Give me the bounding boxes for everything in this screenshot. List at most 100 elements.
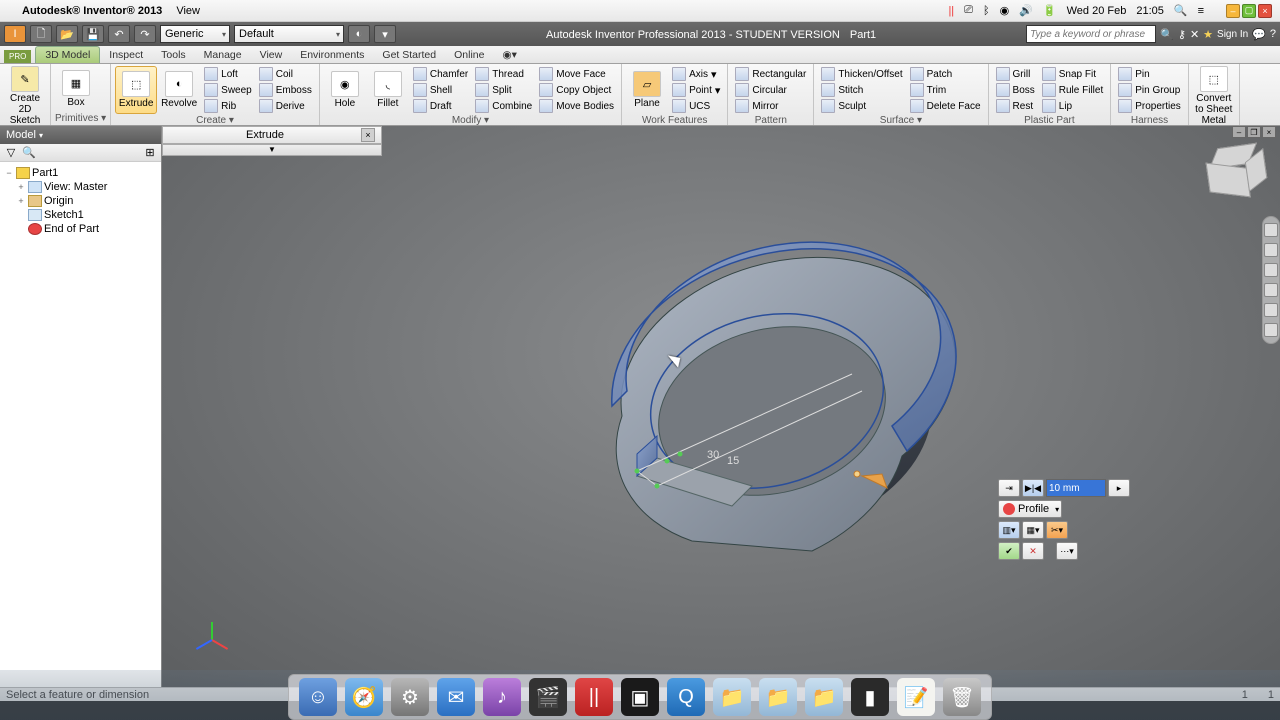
appearance-icon[interactable]: ◐ xyxy=(348,25,370,43)
plane-button[interactable]: ▱Plane xyxy=(626,66,668,114)
spotlight-icon[interactable]: 🔍 xyxy=(1174,4,1188,17)
search-box[interactable] xyxy=(1026,25,1156,43)
md-cancel-button[interactable]: ✕ xyxy=(1022,542,1044,560)
md-output-solid[interactable]: ▥▾ xyxy=(998,521,1020,539)
find-icon[interactable]: 🔍 xyxy=(22,146,36,160)
nav-fullnav-icon[interactable] xyxy=(1264,243,1278,257)
save-icon[interactable]: 💾 xyxy=(82,25,104,43)
search-icon[interactable]: 🔍 xyxy=(1160,28,1174,41)
point-button[interactable]: Point ▾ xyxy=(669,82,723,98)
nav-orbit-icon[interactable] xyxy=(1264,303,1278,317)
nav-pan-icon[interactable] xyxy=(1264,263,1278,277)
thread-button[interactable]: Thread xyxy=(472,66,535,82)
exchange-icon[interactable]: ✕ xyxy=(1190,28,1199,41)
rulefillet-button[interactable]: Rule Fillet xyxy=(1039,82,1106,98)
ucs-button[interactable]: UCS xyxy=(669,98,723,114)
trim-button[interactable]: Trim xyxy=(907,82,984,98)
md-cut-button[interactable]: ✂▾ xyxy=(1046,521,1068,539)
circular-button[interactable]: Circular xyxy=(732,82,809,98)
patch-button[interactable]: Patch xyxy=(907,66,984,82)
axis-button[interactable]: Axis ▾ xyxy=(669,66,723,82)
tree-sketch[interactable]: Sketch1 xyxy=(2,208,159,222)
qat-more-icon[interactable]: ▾ xyxy=(374,25,396,43)
search-input[interactable] xyxy=(1027,26,1155,42)
md-distance-flyout[interactable]: ▸ xyxy=(1108,479,1130,497)
redo-icon[interactable]: ↷ xyxy=(134,25,156,43)
doc-close-button[interactable]: × xyxy=(1262,126,1276,138)
dim-30[interactable]: 30 xyxy=(707,449,719,461)
sculpt-button[interactable]: Sculpt xyxy=(818,98,905,114)
pingroup-button[interactable]: Pin Group xyxy=(1115,82,1184,98)
volume-icon[interactable]: 🔊 xyxy=(1019,4,1033,17)
split-button[interactable]: Split xyxy=(472,82,535,98)
wifi-icon[interactable]: ◉ xyxy=(1000,4,1010,17)
menu-view[interactable]: View xyxy=(176,5,200,17)
material-dropdown[interactable]: Generic xyxy=(160,25,230,43)
battery-icon[interactable]: 🔋 xyxy=(1043,4,1057,17)
dock-safari-icon[interactable]: 🧭 xyxy=(345,678,383,716)
open-icon[interactable]: 📂 xyxy=(56,25,78,43)
md-distance-icon[interactable]: ⇥ xyxy=(998,479,1020,497)
maximize-button[interactable]: ▢ xyxy=(1242,4,1256,18)
thicken-button[interactable]: Thicken/Offset xyxy=(818,66,905,82)
md-direction1-button[interactable]: ▶|◀ xyxy=(1022,479,1044,497)
convert-sheetmetal-button[interactable]: ⬚Convert to Sheet Metal xyxy=(1193,66,1235,126)
dock-folder1-icon[interactable]: 📁 xyxy=(713,678,751,716)
chamfer-button[interactable]: Chamfer xyxy=(410,66,471,82)
dock-folder2-icon[interactable]: 📁 xyxy=(759,678,797,716)
dock-terminal-icon[interactable]: ▮ xyxy=(851,678,889,716)
app-icon[interactable]: I xyxy=(4,25,26,43)
notifications-icon[interactable]: ≡ xyxy=(1198,5,1204,17)
shell-button[interactable]: Shell xyxy=(410,82,471,98)
tab-manage[interactable]: Manage xyxy=(195,47,251,63)
md-distance-input[interactable] xyxy=(1046,479,1106,497)
dock-folder3-icon[interactable]: 📁 xyxy=(805,678,843,716)
extrude-button[interactable]: ⬚Extrude xyxy=(115,66,157,114)
tree-view[interactable]: +View: Master xyxy=(2,180,159,194)
viewport[interactable]: – ❐ × 30 15 xyxy=(162,126,1280,690)
moveface-button[interactable]: Move Face xyxy=(536,66,617,82)
tab-view[interactable]: View xyxy=(251,47,292,63)
parallels-icon[interactable]: || xyxy=(948,5,954,17)
properties-button[interactable]: Properties xyxy=(1115,98,1184,114)
md-more-button[interactable]: ⋯▾ xyxy=(1056,542,1078,560)
doc-restore-button[interactable]: ❐ xyxy=(1247,126,1261,138)
close-button[interactable]: × xyxy=(1258,4,1272,18)
tree-part[interactable]: −Part1 xyxy=(2,166,159,180)
tab-inspect[interactable]: Inspect xyxy=(100,47,152,63)
loft-button[interactable]: Loft xyxy=(201,66,255,82)
browser-options-icon[interactable]: ⊞ xyxy=(143,146,157,160)
lip-button[interactable]: Lip xyxy=(1039,98,1106,114)
app-name[interactable]: Autodesk® Inventor® 2013 xyxy=(22,5,162,17)
nav-home-icon[interactable] xyxy=(1264,223,1278,237)
rib-button[interactable]: Rib xyxy=(201,98,255,114)
md-profile-selector[interactable]: Profile xyxy=(998,500,1062,518)
combine-button[interactable]: Combine xyxy=(472,98,535,114)
undo-icon[interactable]: ↶ xyxy=(108,25,130,43)
hole-button[interactable]: ◉Hole xyxy=(324,66,366,114)
bluetooth-icon[interactable]: ᛒ xyxy=(983,5,990,17)
tree-end[interactable]: End of Part xyxy=(2,222,159,236)
derive-button[interactable]: Derive xyxy=(256,98,315,114)
mirror-button[interactable]: Mirror xyxy=(732,98,809,114)
display-icon[interactable]: ⎚ xyxy=(964,4,973,17)
new-icon[interactable]: 🗋 xyxy=(30,25,52,43)
md-ok-button[interactable]: ✔ xyxy=(998,542,1020,560)
nav-lookat-icon[interactable] xyxy=(1264,323,1278,337)
extrude-panel-header[interactable]: Extrude × xyxy=(162,126,382,144)
box-button[interactable]: ▦Box xyxy=(55,66,97,112)
boss-button[interactable]: Boss xyxy=(993,82,1038,98)
dock-parallels-icon[interactable]: || xyxy=(575,678,613,716)
pin-button[interactable]: Pin xyxy=(1115,66,1184,82)
nav-zoom-icon[interactable] xyxy=(1264,283,1278,297)
revolve-button[interactable]: ◐Revolve xyxy=(158,66,200,114)
filter-icon[interactable]: ▽ xyxy=(4,146,18,160)
fillet-button[interactable]: ◟Fillet xyxy=(367,66,409,114)
dock-trash-icon[interactable]: 🗑 xyxy=(943,678,981,716)
view-cube[interactable] xyxy=(1207,143,1263,199)
subscription-icon[interactable]: ⚷ xyxy=(1178,28,1186,41)
3d-model[interactable]: 30 15 xyxy=(542,196,962,616)
dock-notes-icon[interactable]: 📝 xyxy=(897,678,935,716)
copyobject-button[interactable]: Copy Object xyxy=(536,82,617,98)
coil-button[interactable]: Coil xyxy=(256,66,315,82)
